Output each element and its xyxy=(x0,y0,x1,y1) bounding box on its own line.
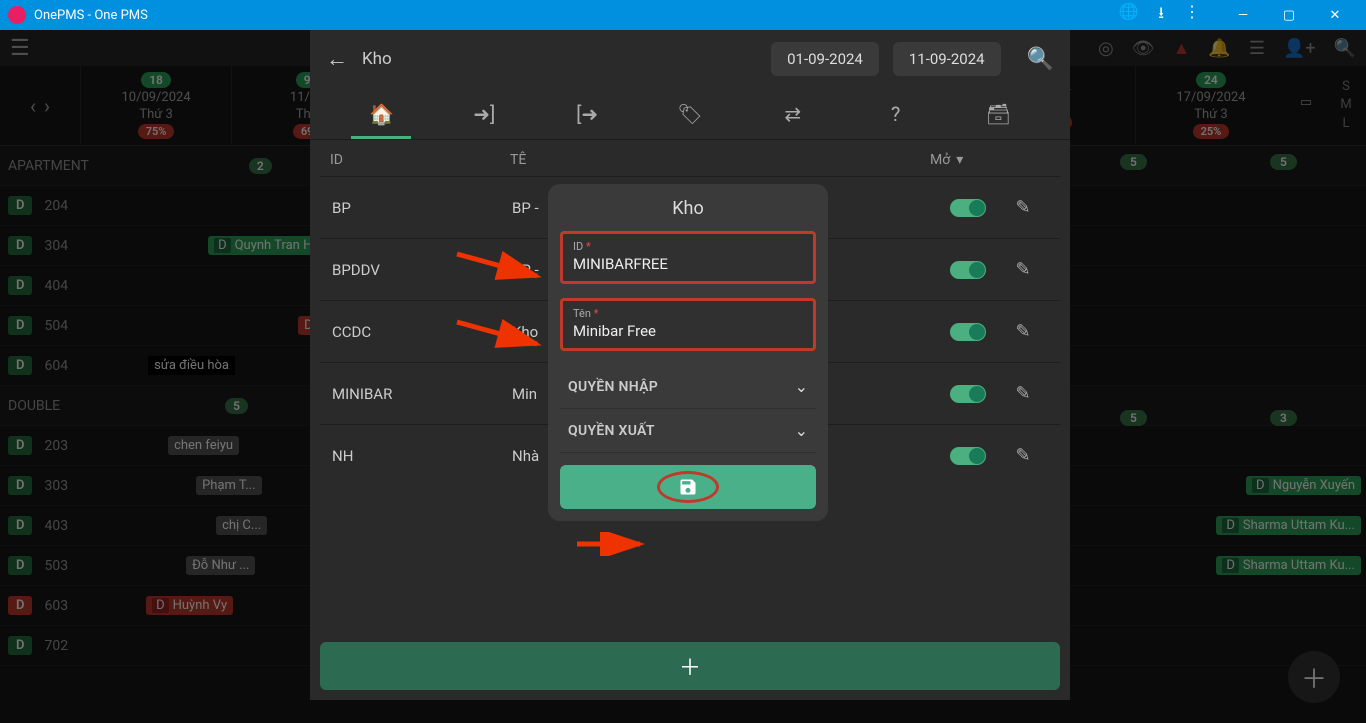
add-warehouse-button[interactable]: ＋ xyxy=(320,642,1060,690)
back-icon[interactable]: ← xyxy=(326,46,348,72)
window-controls: — ▢ ✕ xyxy=(1220,8,1358,23)
annotation-arrow xyxy=(452,314,552,354)
save-icon xyxy=(678,477,698,497)
edit-icon[interactable]: ✎ xyxy=(998,259,1048,280)
edit-icon[interactable]: ✎ xyxy=(998,383,1048,404)
date-to-button[interactable]: 11-09-2024 xyxy=(893,42,1001,76)
perm-out-select[interactable]: QUYỀN XUẤT ⌄ xyxy=(560,409,816,453)
titlebar: OnePMS - One PMS 🌐 ⭳ ⋮ — ▢ ✕ xyxy=(0,0,1366,30)
col-id: ID xyxy=(330,152,510,168)
tab-tag-icon[interactable]: 🏷 xyxy=(660,92,720,139)
more-icon[interactable]: ⋮ xyxy=(1184,2,1200,29)
annotation-arrow xyxy=(572,532,652,556)
chevron-down-icon: ⌄ xyxy=(795,421,808,440)
modal-title: Kho xyxy=(560,198,816,219)
kho-create-modal: Kho ID * MINIBARFREE Tên * Minibar Free … xyxy=(548,184,828,521)
annotation-arrow xyxy=(452,246,552,286)
id-field[interactable]: ID * MINIBARFREE xyxy=(560,231,816,284)
open-toggle[interactable] xyxy=(950,261,986,279)
tab-in-icon[interactable]: ➜] xyxy=(454,92,514,139)
open-toggle[interactable] xyxy=(950,385,986,403)
col-open-select[interactable]: Mở ▾ xyxy=(930,152,1050,168)
id-input[interactable]: MINIBARFREE xyxy=(573,255,803,273)
panel-title: Kho xyxy=(362,49,757,69)
tab-transfer-icon[interactable]: ⇄ xyxy=(763,92,823,139)
tab-warehouse-icon[interactable]: 🏠 xyxy=(351,92,411,139)
perm-in-select[interactable]: QUYỀN NHẬP ⌄ xyxy=(560,365,816,409)
translate-icon[interactable]: 🌐 xyxy=(1118,2,1138,29)
tab-out-icon[interactable]: [➜ xyxy=(557,92,617,139)
open-toggle[interactable] xyxy=(950,447,986,465)
download-icon[interactable]: ⭳ xyxy=(1158,2,1164,29)
window-title: OnePMS - One PMS xyxy=(34,8,1118,23)
tab-archive-icon[interactable]: 🗃 xyxy=(968,92,1028,139)
minimize-button[interactable]: — xyxy=(1220,8,1266,23)
name-field[interactable]: Tên * Minibar Free xyxy=(560,298,816,351)
edit-icon[interactable]: ✎ xyxy=(998,197,1048,218)
app-icon xyxy=(8,6,26,24)
panel-tabs: 🏠 ➜] [➜ 🏷 ⇄ ? 🗃 xyxy=(310,88,1070,140)
edit-icon[interactable]: ✎ xyxy=(998,445,1048,466)
panel-header: ← Kho 01-09-2024 11-09-2024 🔍 xyxy=(310,30,1070,88)
search-icon[interactable]: 🔍 xyxy=(1027,47,1054,72)
name-input[interactable]: Minibar Free xyxy=(573,322,803,340)
titlebar-actions: 🌐 ⭳ ⋮ xyxy=(1118,2,1200,29)
panel-columns: ID TÊ Mở ▾ xyxy=(310,140,1070,176)
chevron-down-icon: ▾ xyxy=(956,152,963,168)
date-from-button[interactable]: 01-09-2024 xyxy=(771,42,879,76)
open-toggle[interactable] xyxy=(950,199,986,217)
tab-help-icon[interactable]: ? xyxy=(866,92,926,139)
open-toggle[interactable] xyxy=(950,323,986,341)
chevron-down-icon: ⌄ xyxy=(795,377,808,396)
maximize-button[interactable]: ▢ xyxy=(1266,8,1312,23)
close-button[interactable]: ✕ xyxy=(1312,8,1358,23)
col-name: TÊ xyxy=(510,152,930,168)
edit-icon[interactable]: ✎ xyxy=(998,321,1048,342)
save-button[interactable] xyxy=(560,465,816,509)
